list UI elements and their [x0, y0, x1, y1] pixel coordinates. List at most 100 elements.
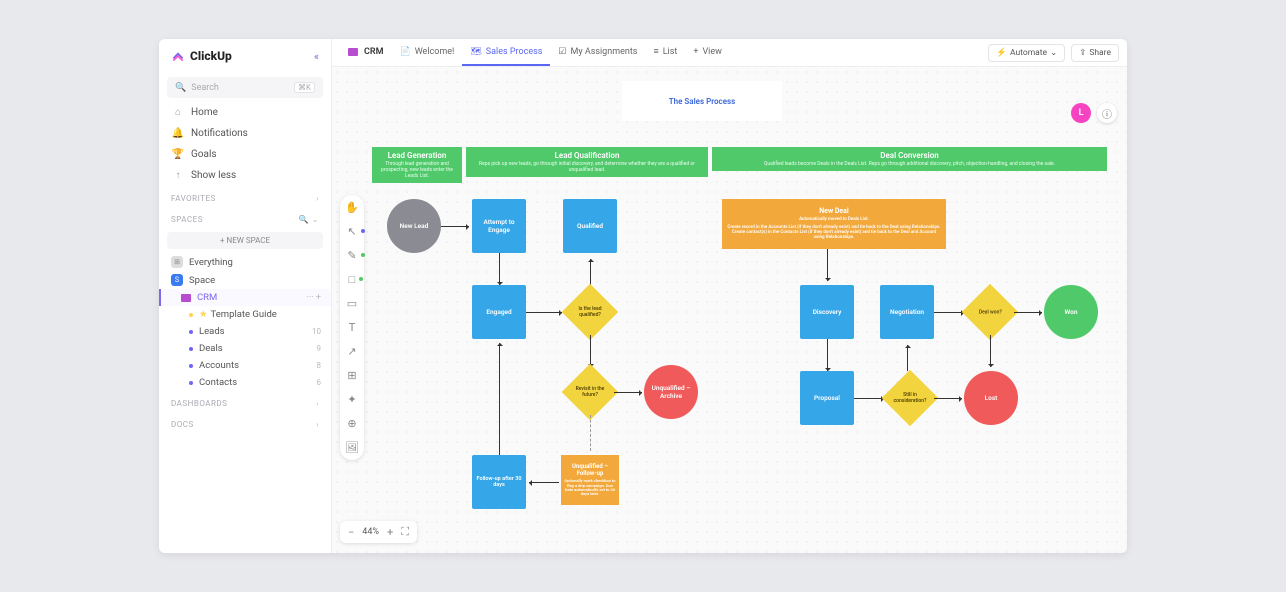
node-engaged[interactable]: Engaged — [472, 285, 526, 339]
node-negotiation[interactable]: Negotiation — [880, 285, 934, 339]
tool-templates[interactable]: ⊞ — [347, 369, 356, 382]
stage-sub: Through lead generation and prospecting,… — [378, 161, 456, 179]
star-icon: ★ — [199, 309, 208, 320]
dot-icon — [189, 347, 193, 351]
node-discovery[interactable]: Discovery — [800, 285, 854, 339]
stage-deal-conv[interactable]: Deal ConversionQualified leads become De… — [712, 147, 1107, 171]
node-new-lead[interactable]: New Lead — [387, 199, 441, 253]
docs-header[interactable]: DOCS› — [159, 412, 331, 433]
doc-icon: 📄 — [399, 47, 410, 57]
button-label: Share — [1089, 48, 1111, 58]
tree-list-contacts[interactable]: Contacts 6 — [159, 374, 331, 391]
stage-sub: Qualified leads become Deals in the Deal… — [718, 161, 1101, 167]
breadcrumb-crm[interactable]: CRM — [340, 39, 391, 66]
tree-space[interactable]: SSpace — [159, 271, 331, 289]
dot-icon — [189, 330, 193, 334]
bell-icon: 🔔 — [171, 128, 185, 139]
tool-hand[interactable]: ✋ — [345, 201, 359, 214]
app-window: ClickUp « 🔍 Search ⌘K ⌂Home 🔔Notificatio… — [159, 39, 1127, 553]
tool-text[interactable]: T — [349, 321, 356, 334]
nav-home[interactable]: ⌂Home — [159, 102, 331, 123]
tabs-right: ⚡Automate⌄ ⇪Share — [988, 44, 1119, 62]
dashboards-header[interactable]: DASHBOARDS› — [159, 391, 331, 412]
nav-notifications[interactable]: 🔔Notifications — [159, 123, 331, 144]
node-revisit[interactable]: Revisit in the future? — [562, 364, 619, 421]
arrow — [934, 312, 964, 313]
node-unq-archive[interactable]: Unqualified – Archive — [644, 365, 698, 419]
whiteboard-canvas[interactable]: L ⓘ The Sales Process Lead GenerationThr… — [332, 67, 1127, 553]
tab-my-assignments[interactable]: ☑My Assignments — [550, 39, 645, 66]
node-deal-won[interactable]: Deal won? — [962, 284, 1019, 341]
node-attempt-engage[interactable]: Attempt to Engage — [472, 199, 526, 253]
item-actions[interactable]: ··· + — [307, 293, 321, 303]
tree-everything[interactable]: ⊞Everything — [159, 253, 331, 271]
collapse-sidebar-button[interactable]: « — [314, 50, 319, 63]
node-won[interactable]: Won — [1044, 285, 1098, 339]
tool-shape[interactable]: □ — [349, 273, 356, 286]
node-lost[interactable]: Lost — [964, 371, 1018, 425]
zoom-in-button[interactable]: + — [387, 526, 393, 539]
tool-image[interactable]: 🖼 — [345, 441, 359, 454]
nav-show-less[interactable]: ↑Show less — [159, 165, 331, 186]
share-button[interactable]: ⇪Share — [1071, 44, 1119, 62]
breadcrumb-label: CRM — [364, 47, 383, 57]
node-is-qualified[interactable]: Is the lead qualified? — [562, 284, 619, 341]
spaces-header[interactable]: SPACES🔍 ⌄ — [159, 207, 331, 228]
fit-button[interactable]: ⛶ — [401, 525, 409, 539]
whiteboard-icon: 🗺 — [470, 47, 481, 57]
tool-more[interactable]: ✦ — [347, 393, 356, 406]
stage-title: Lead Qualification — [472, 151, 702, 160]
logo-text: ClickUp — [190, 49, 232, 63]
tree-list-deals[interactable]: Deals9 — [159, 340, 331, 357]
user-avatar[interactable]: L — [1071, 103, 1091, 123]
tool-web[interactable]: ⊕ — [347, 417, 356, 430]
tree-label: Contacts — [199, 377, 237, 388]
tab-welcome[interactable]: 📄Welcome! — [391, 39, 462, 66]
tree-list-leads[interactable]: Leads10 — [159, 323, 331, 340]
stage-lead-qual[interactable]: Lead QualificationReps pick up new leads… — [466, 147, 708, 177]
stage-title: Deal Conversion — [718, 151, 1101, 160]
tree-list-accounts[interactable]: Accounts8 — [159, 357, 331, 374]
count-badge: 8 — [317, 361, 322, 370]
arrow — [499, 253, 500, 285]
space-icon: S — [171, 274, 183, 286]
info-button[interactable]: ⓘ — [1097, 103, 1117, 123]
tool-connector[interactable]: ↗ — [347, 345, 356, 358]
list-icon: ≡ — [653, 46, 658, 57]
tree-list-template[interactable]: ★Template Guide — [159, 306, 331, 323]
favorites-header[interactable]: FAVORITES› — [159, 186, 331, 207]
arrow — [529, 482, 559, 483]
count-badge: 6 — [317, 378, 322, 387]
automate-button[interactable]: ⚡Automate⌄ — [988, 44, 1065, 62]
section-label: DOCS — [171, 420, 194, 429]
tab-list[interactable]: ≡List — [645, 39, 685, 66]
dot-icon — [189, 313, 193, 317]
node-still-consider[interactable]: Still in consideration? — [882, 370, 939, 427]
search-input[interactable]: 🔍 Search ⌘K — [167, 77, 323, 98]
node-qualified[interactable]: Qualified — [563, 199, 617, 253]
whiteboard-title[interactable]: The Sales Process — [622, 81, 782, 121]
node-sub: Optionally mark checkbox to flag a drip … — [564, 479, 616, 497]
new-space-button[interactable]: + NEW SPACE — [167, 232, 323, 249]
zoom-out-button[interactable]: − — [348, 526, 354, 539]
arrow — [526, 312, 562, 313]
stage-lead-gen[interactable]: Lead GenerationThrough lead generation a… — [372, 147, 462, 183]
node-unq-followup[interactable]: Unqualified – Follow-up Optionally mark … — [561, 455, 619, 505]
tree-label: Leads — [199, 326, 225, 337]
tab-sales-process[interactable]: 🗺Sales Process — [462, 39, 550, 66]
node-new-deal[interactable]: New Deal Automatically moved to Deals Li… — [722, 199, 946, 249]
arrow — [934, 398, 962, 399]
section-label: SPACES — [171, 215, 203, 224]
arrow — [907, 345, 908, 371]
tab-add-view[interactable]: +View — [685, 39, 730, 66]
tool-pen[interactable]: ✎ — [347, 249, 356, 262]
share-icon: ⇪ — [1079, 48, 1086, 58]
tool-pointer[interactable]: ↖ — [347, 225, 356, 238]
main-area: CRM 📄Welcome! 🗺Sales Process ☑My Assignm… — [332, 39, 1127, 553]
node-proposal[interactable]: Proposal — [800, 371, 854, 425]
section-label: FAVORITES — [171, 194, 216, 203]
tool-sticky[interactable]: ▭ — [347, 297, 357, 310]
node-followup-30[interactable]: Follow-up after 30 days — [472, 455, 526, 509]
tree-folder-crm[interactable]: CRM··· + — [159, 289, 331, 306]
nav-goals[interactable]: 🏆Goals — [159, 144, 331, 165]
